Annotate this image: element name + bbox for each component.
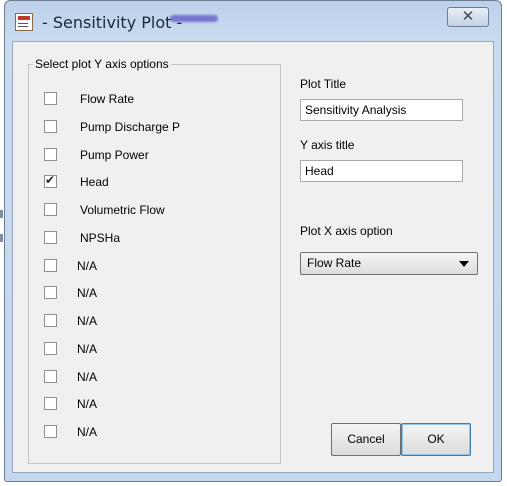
background-edge-mark (0, 210, 3, 218)
title-blur-mark (170, 15, 218, 22)
checkbox[interactable] (44, 370, 57, 383)
checkbox[interactable] (44, 425, 57, 438)
y-axis-option-label: N/A (77, 425, 98, 439)
checkbox[interactable] (44, 148, 57, 161)
y-axis-option-label: Volumetric Flow (80, 203, 165, 217)
checkbox[interactable] (44, 203, 57, 216)
checkbox[interactable] (44, 231, 57, 244)
x-axis-option-selected: Flow Rate (307, 256, 362, 270)
y-axis-title-input[interactable]: Head (300, 160, 463, 182)
ok-button[interactable]: OK (401, 423, 471, 456)
dialog-client-area: Select plot Y axis options Flow Rate Pump… (12, 41, 494, 473)
y-axis-option-label: NPSHa (80, 231, 121, 245)
sensitivity-plot-window: - Sensitivity Plot - ✕ Select plot Y axi… (4, 0, 502, 482)
y-axis-option-label: Head (80, 175, 109, 189)
checkbox[interactable] (44, 314, 57, 327)
checkbox[interactable] (44, 92, 57, 105)
x-axis-option-label: Plot X axis option (300, 224, 393, 238)
checkbox[interactable] (44, 397, 57, 410)
y-axis-options-group: Select plot Y axis options Flow Rate Pump… (28, 57, 281, 464)
chevron-down-icon (459, 261, 469, 267)
y-axis-title-label: Y axis title (300, 138, 355, 152)
window-title: - Sensitivity Plot - (42, 13, 183, 32)
y-axis-option-label: N/A (77, 342, 98, 356)
checkbox[interactable] (44, 120, 57, 133)
cancel-button[interactable]: Cancel (331, 423, 401, 456)
close-button[interactable]: ✕ (447, 7, 489, 27)
checkbox[interactable] (44, 259, 57, 272)
y-axis-options-legend: Select plot Y axis options (33, 57, 171, 71)
y-axis-option-label: Pump Discharge P (80, 120, 181, 134)
background-edge-mark (0, 234, 3, 242)
y-axis-option-label: N/A (77, 397, 98, 411)
y-axis-option-label: Pump Power (80, 148, 149, 162)
plot-title-label: Plot Title (300, 77, 347, 91)
x-axis-option-select[interactable]: Flow Rate (300, 252, 478, 275)
plot-title-input[interactable]: Sensitivity Analysis (300, 99, 463, 121)
app-document-icon (15, 13, 33, 31)
checkbox[interactable] (44, 173, 57, 188)
checkbox[interactable] (44, 342, 57, 355)
close-x-icon: ✕ (461, 8, 475, 25)
y-axis-option-label: Flow Rate (80, 92, 135, 106)
y-axis-option-label: N/A (77, 286, 98, 300)
y-axis-option-label: N/A (77, 259, 98, 273)
checkbox[interactable] (44, 286, 57, 299)
title-bar[interactable]: - Sensitivity Plot - ✕ (5, 1, 501, 41)
y-axis-option-label: N/A (77, 370, 98, 384)
y-axis-option-label: N/A (77, 314, 98, 328)
